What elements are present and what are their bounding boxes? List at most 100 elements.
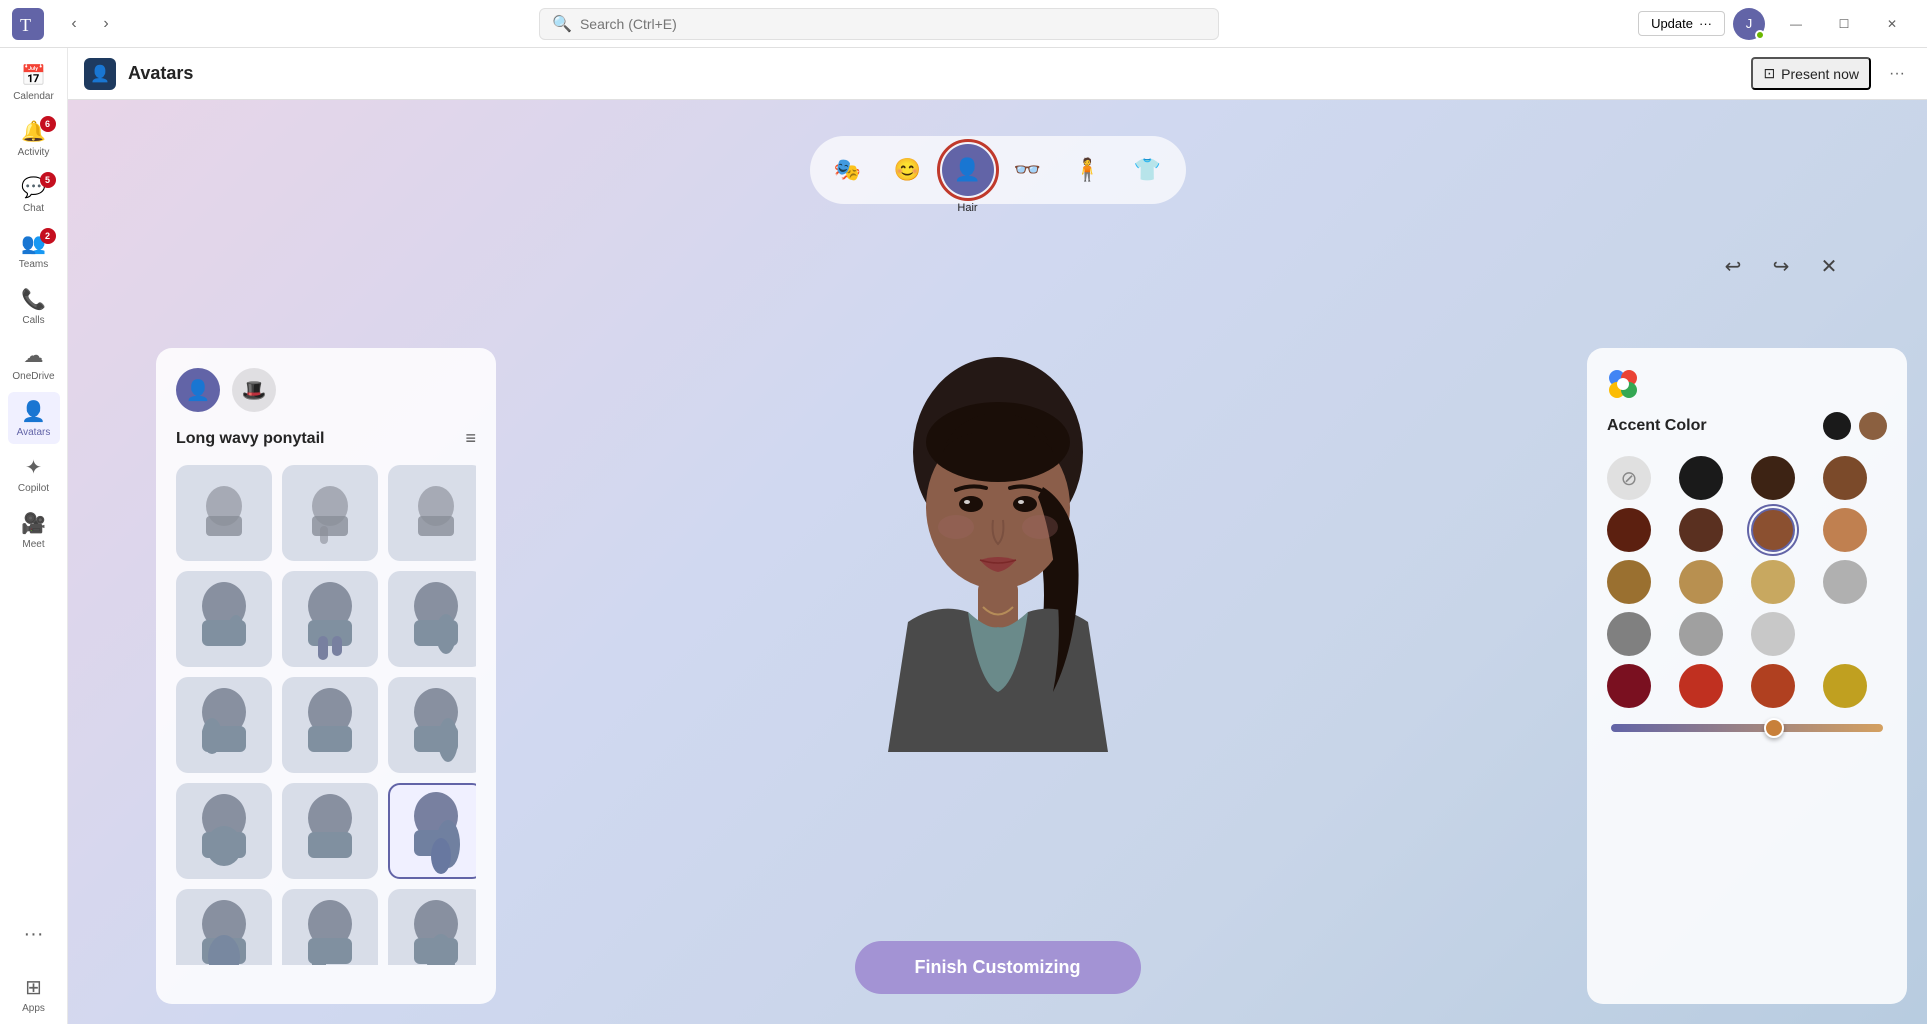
update-button[interactable]: Update ···	[1638, 11, 1725, 36]
avatars-icon: 👤	[21, 399, 46, 424]
back-button[interactable]: ‹	[60, 10, 88, 38]
tab-body[interactable]: 🧍	[1062, 144, 1114, 196]
left-panel: 👤 🎩 Long wavy ponytail ≡	[156, 348, 496, 1004]
search-bar[interactable]: 🔍	[539, 8, 1219, 40]
color-lightbrown[interactable]	[1823, 508, 1867, 552]
color-silver[interactable]	[1751, 612, 1795, 656]
hair-item-6[interactable]	[388, 677, 476, 773]
color-auburn2[interactable]	[1751, 664, 1795, 708]
color-darkbrown[interactable]	[1751, 456, 1795, 500]
sidebar-label-avatars: Avatars	[17, 427, 51, 438]
color-none[interactable]: ⊘	[1607, 456, 1651, 500]
accent-title: Accent Color	[1607, 417, 1707, 435]
hair-silhouette-prev1	[189, 478, 259, 548]
forward-button[interactable]: ›	[92, 10, 120, 38]
color-chocolatebrown[interactable]	[1679, 508, 1723, 552]
sidebar-item-more[interactable]: ···	[8, 908, 60, 960]
title-bar-left: T ‹ ›	[0, 8, 120, 40]
color-darkred[interactable]	[1607, 508, 1651, 552]
finish-customizing-button[interactable]: Finish Customizing	[855, 941, 1141, 994]
sidebar-item-avatars[interactable]: 👤 Avatars	[8, 392, 60, 444]
hair-item-11[interactable]	[282, 889, 378, 965]
header-right: ⊡ Present now ···	[1751, 57, 1911, 90]
sidebar-item-apps[interactable]: ⊞ Apps	[8, 968, 60, 1020]
sidebar-item-calls[interactable]: 📞 Calls	[8, 280, 60, 332]
hair-item-7[interactable]	[176, 783, 272, 879]
hair-tab-icon: 👤	[186, 378, 211, 403]
hair-style-tab[interactable]: 👤	[176, 368, 220, 412]
hair-extra-tab[interactable]: 🎩	[232, 368, 276, 412]
color-black[interactable]	[1679, 456, 1723, 500]
editor-close-button[interactable]: ✕	[1811, 248, 1847, 284]
hair-item-9[interactable]	[388, 783, 476, 879]
tab-accessories[interactable]: 👓	[1002, 144, 1054, 196]
undo-button[interactable]: ↩	[1715, 248, 1751, 284]
hair-item-prev-2[interactable]	[282, 465, 378, 561]
hair-item-5[interactable]	[282, 677, 378, 773]
color-darkred2[interactable]	[1607, 664, 1651, 708]
sidebar-item-meet[interactable]: 🎥 Meet	[8, 504, 60, 556]
hair-silhouette-4	[184, 680, 264, 770]
sidebar-item-activity[interactable]: 🔔 Activity 6	[8, 112, 60, 164]
filter-button[interactable]: ≡	[465, 428, 476, 449]
accent-header: Accent Color	[1607, 412, 1887, 440]
color-auburn[interactable]	[1751, 508, 1795, 552]
hair-silhouette-7	[184, 786, 264, 876]
google-colors-logo	[1607, 368, 1639, 400]
hair-item-4[interactable]	[176, 677, 272, 773]
tab-face[interactable]: 😊	[882, 144, 934, 196]
hair-silhouette-8	[290, 786, 370, 876]
present-label: Present now	[1781, 66, 1859, 82]
color-darkblonde[interactable]	[1679, 560, 1723, 604]
sidebar-item-chat[interactable]: 💬 Chat 5	[8, 168, 60, 220]
hair-item-prev-1[interactable]	[176, 465, 272, 561]
present-now-button[interactable]: ⊡ Present now	[1751, 57, 1871, 90]
sidebar-label-apps: Apps	[22, 1003, 45, 1014]
onedrive-icon: ☁	[24, 343, 44, 368]
calls-icon: 📞	[21, 287, 46, 312]
close-button[interactable]: ✕	[1869, 8, 1915, 40]
color-lightgrey[interactable]	[1823, 560, 1867, 604]
color-grey[interactable]	[1679, 612, 1723, 656]
selected-color-1[interactable]	[1823, 412, 1851, 440]
sidebar-item-teams[interactable]: 👥 Teams 2	[8, 224, 60, 276]
app-header: 👤 Avatars ⊡ Present now ···	[68, 48, 1927, 100]
header-more-button[interactable]: ···	[1883, 60, 1911, 88]
color-darkgrey[interactable]	[1607, 612, 1651, 656]
selected-color-2[interactable]	[1859, 412, 1887, 440]
hair-item-3[interactable]	[388, 571, 476, 667]
accessories-icon: 👓	[1014, 157, 1041, 183]
main-content: 🎭 😊 👤 Hair 👓 🧍 👕 ↩ ↪ ✕	[68, 100, 1927, 1024]
hair-item-10[interactable]	[176, 889, 272, 965]
hair-item-2[interactable]	[282, 571, 378, 667]
color-blonde[interactable]	[1751, 560, 1795, 604]
color-red[interactable]	[1679, 664, 1723, 708]
color-gold[interactable]	[1823, 664, 1867, 708]
maximize-button[interactable]: ☐	[1821, 8, 1867, 40]
hair-item-prev-3[interactable]	[388, 465, 476, 561]
sidebar-item-copilot[interactable]: ✦ Copilot	[8, 448, 60, 500]
slider-thumb[interactable]	[1764, 718, 1784, 738]
hair-item-1[interactable]	[176, 571, 272, 667]
tab-clothing[interactable]: 👕	[1122, 144, 1174, 196]
sidebar-item-calendar[interactable]: 📅 Calendar	[8, 56, 60, 108]
hair-item-12[interactable]	[388, 889, 476, 965]
sidebar-item-onedrive[interactable]: ☁ OneDrive	[8, 336, 60, 388]
tab-hair[interactable]: 👤 Hair	[942, 144, 994, 196]
search-input[interactable]	[580, 16, 1206, 32]
accent-selected	[1823, 412, 1887, 440]
color-brown[interactable]	[1823, 456, 1867, 500]
color-goldenbrown[interactable]	[1607, 560, 1651, 604]
redo-button[interactable]: ↪	[1763, 248, 1799, 284]
update-ellipsis: ···	[1699, 16, 1712, 31]
title-bar: T ‹ › 🔍 Update ··· J — ☐ ✕	[0, 0, 1927, 48]
copilot-icon: ✦	[25, 455, 42, 480]
tab-preset[interactable]: 🎭	[822, 144, 874, 196]
hair-silhouette-2	[290, 574, 370, 664]
user-avatar[interactable]: J	[1733, 8, 1765, 40]
sidebar-label-chat: Chat	[23, 203, 44, 214]
hair-silhouette-10	[184, 892, 264, 965]
hair-item-8[interactable]	[282, 783, 378, 879]
sidebar-label-copilot: Copilot	[18, 483, 49, 494]
minimize-button[interactable]: —	[1773, 8, 1819, 40]
